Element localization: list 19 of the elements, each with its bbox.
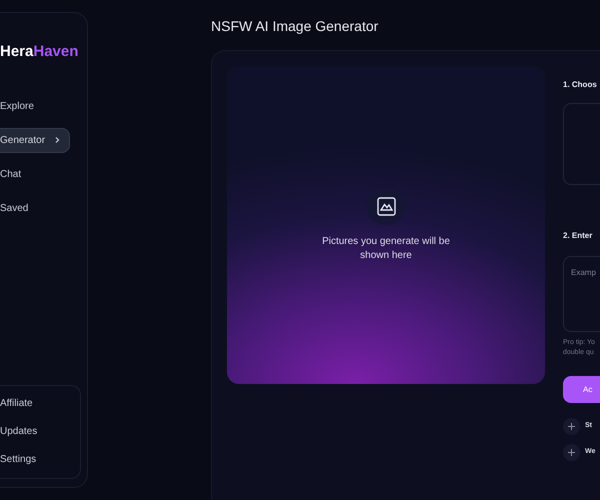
plus-icon — [563, 444, 580, 460]
chevron-icon — [53, 136, 61, 144]
prompt-field[interactable]: Examp — [563, 256, 600, 332]
footer-link[interactable]: Updates — [0, 424, 80, 440]
step-label: 2. Enter — [563, 230, 594, 242]
nav-item[interactable]: Saved — [0, 196, 70, 220]
style-box[interactable] — [563, 103, 600, 185]
logo: HeraHaven — [0, 42, 80, 62]
step-label: 1. Choos — [563, 79, 598, 91]
plus-icon — [563, 418, 580, 434]
empty-message: Pictures you generate will be shown here — [321, 235, 451, 263]
footer-link[interactable]: Affiliate — [0, 396, 80, 412]
nav-item[interactable]: Chat — [0, 162, 70, 186]
generate-button[interactable]: Ac — [563, 376, 600, 403]
image-icon — [376, 196, 396, 216]
page-title: NSFW AI Image Generator — [211, 17, 380, 35]
nav-item[interactable]: Generator — [0, 128, 70, 152]
nav-item[interactable]: Explore — [0, 94, 70, 118]
footer-link[interactable]: Settings — [0, 452, 80, 468]
